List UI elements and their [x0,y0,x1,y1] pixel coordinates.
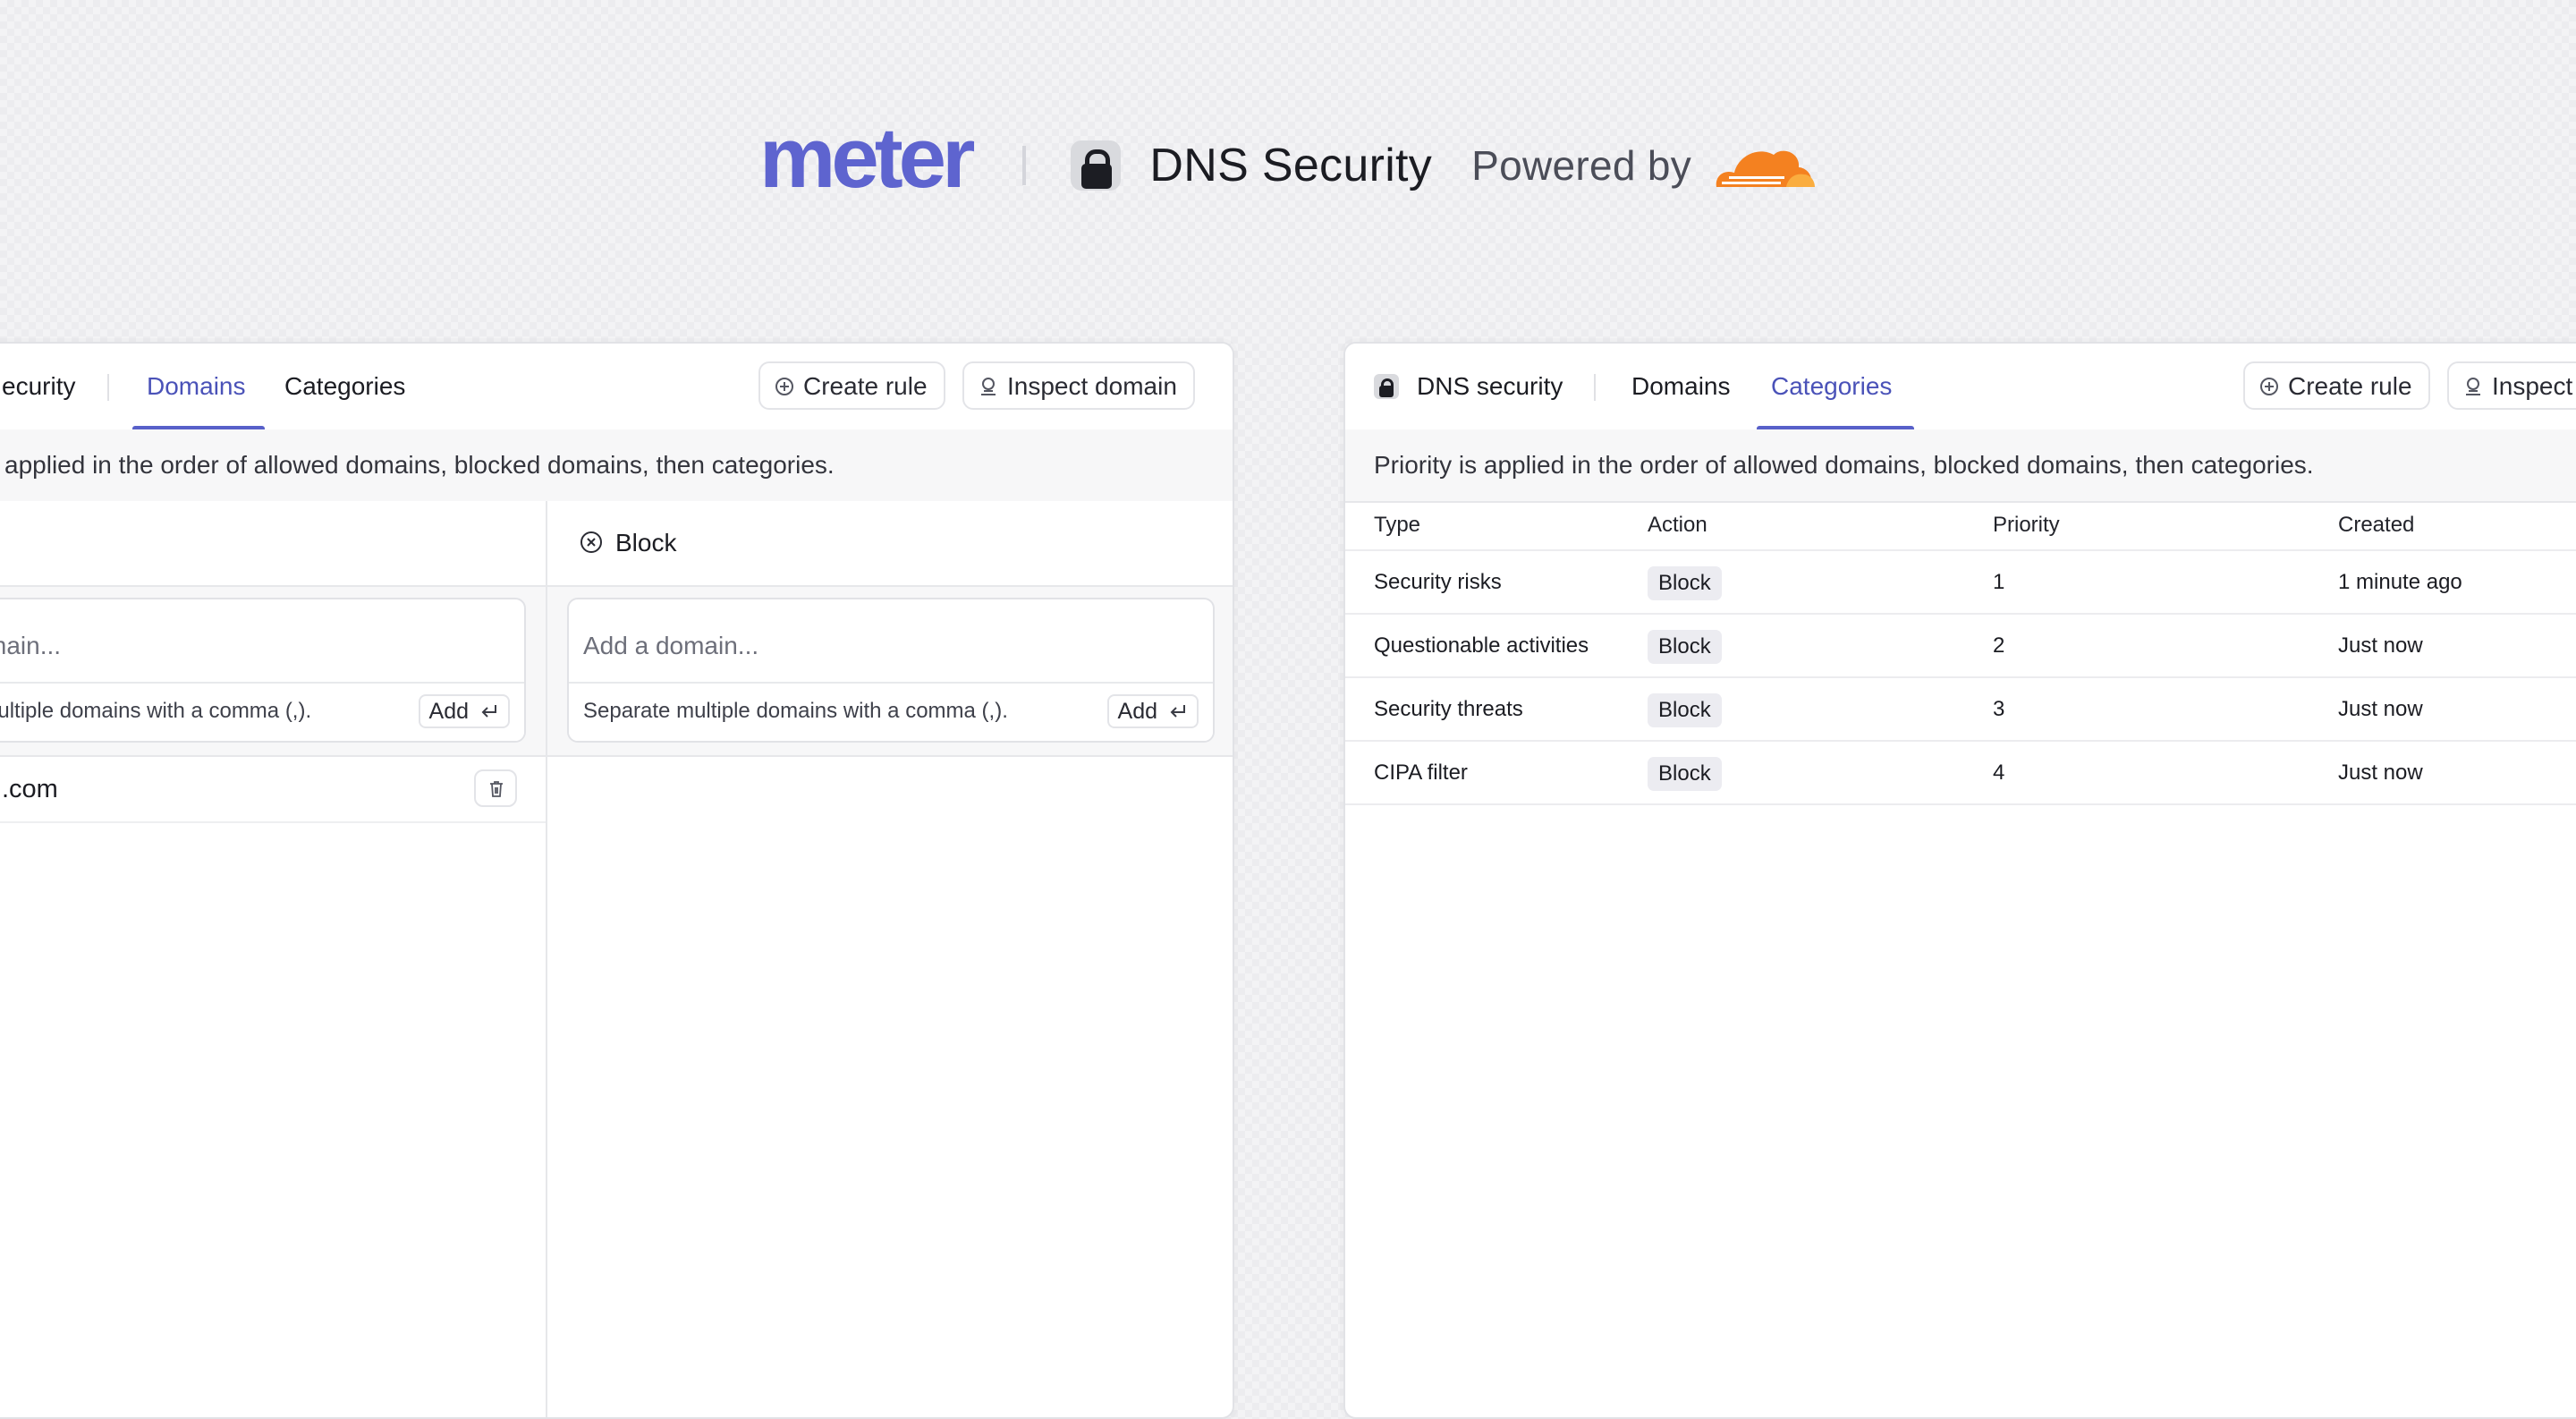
allow-domain-footer: nultiple domains with a comma (,). Add [0,682,524,741]
allow-domain-hint: nultiple domains with a comma (,). [0,699,312,723]
categories-table: Type Action Priority Created Security ri… [1345,501,2576,805]
allow-column-header [0,501,546,587]
tab-categories[interactable]: Categories [284,344,405,429]
priority-notice: applied in the order of allowed domains,… [0,429,1233,503]
powered-by-label: Powered by [1471,142,1692,189]
table-row[interactable]: Questionable activities Block 2 Just now [1345,615,2576,678]
hero-title: DNS Security [1149,140,1433,191]
enter-key-icon [1170,705,1185,718]
block-domain-input[interactable] [569,599,1213,684]
priority-notice: Priority is applied in the order of allo… [1345,429,2576,503]
inspect-domain-button[interactable]: Inspect [2447,361,2576,410]
add-label: Add [1117,699,1157,724]
tab-dns-security[interactable]: DNS security [1417,344,1563,429]
priority-value: 2 [1993,633,2005,658]
lock-icon [1374,374,1399,399]
tab-divider [1594,374,1596,401]
action-badge: Block [1648,693,1722,727]
enter-key-icon [481,705,496,718]
tab-divider [107,374,109,401]
hero-header: meter DNS Security Powered by [0,115,2576,206]
domains-panel: ecurity Domains Categories Create rule I… [0,342,1234,1419]
category-type: Questionable activities [1374,633,1589,658]
meter-logo: meter [758,110,975,206]
block-domain-hint: Separate multiple domains with a comma (… [583,699,1008,723]
categories-panel: DNS security Domains Categories Create r… [1343,342,2576,1419]
allow-add-area: nultiple domains with a comma (,). Add [0,587,546,757]
priority-value: 4 [1993,760,2005,785]
priority-notice-text: applied in the order of allowed domains,… [4,451,835,479]
priority-notice-text: Priority is applied in the order of allo… [1374,451,2314,479]
category-type: Security threats [1374,697,1523,721]
tab-bar: DNS security Domains Categories Create r… [1345,344,2576,431]
block-add-area: Separate multiple domains with a comma (… [547,587,1233,757]
allow-add-button[interactable]: Add [418,694,510,728]
create-rule-label: Create rule [803,372,928,400]
table-row[interactable]: Security risks Block 1 1 minute ago [1345,551,2576,615]
block-add-button[interactable]: Add [1106,694,1199,728]
tab-bar: ecurity Domains Categories Create rule I… [0,344,1233,431]
table-row[interactable]: CIPA filter Block 4 Just now [1345,742,2576,805]
inspect-domain-label: Inspect domain [1007,372,1177,400]
inspect-domain-button[interactable]: Inspect domain [962,361,1195,410]
category-type: Security risks [1374,570,1502,594]
create-rule-button[interactable]: Create rule [2243,361,2430,410]
tab-domains[interactable]: Domains [147,344,245,429]
allow-domain-box: nultiple domains with a comma (,). Add [0,598,526,743]
column-header-priority[interactable]: Priority [1993,501,2060,549]
column-header-created[interactable]: Created [2338,501,2414,549]
allow-domain-row: .com [0,757,546,823]
create-rule-button[interactable]: Create rule [758,361,945,410]
plus-circle-icon [2260,378,2278,395]
block-domain-footer: Separate multiple domains with a comma (… [569,682,1213,741]
created-time: Just now [2338,760,2423,785]
trash-icon [490,781,503,797]
inspect-icon [981,378,996,395]
create-rule-label: Create rule [2288,372,2412,400]
add-label: Add [428,699,469,724]
hero-divider [1022,146,1027,185]
tab-domains[interactable]: Domains [1631,344,1730,429]
column-header-type[interactable]: Type [1374,501,1420,549]
column-header-action[interactable]: Action [1648,501,1707,549]
plus-circle-icon [775,378,793,395]
x-circle-icon [580,531,602,553]
created-time: Just now [2338,697,2423,721]
inspect-icon [2466,378,2480,395]
inspect-domain-label: Inspect [2492,372,2573,400]
action-badge: Block [1648,565,1722,600]
block-domain-box: Separate multiple domains with a comma (… [567,598,1215,743]
action-badge: Block [1648,756,1722,791]
lock-icon [1071,140,1122,191]
table-header: Type Action Priority Created [1345,501,2576,551]
table-row[interactable]: Security threats Block 3 Just now [1345,678,2576,742]
block-column-header: Block [547,501,1233,587]
allow-domain-input[interactable] [0,599,524,684]
tab-categories[interactable]: Categories [1771,344,1892,429]
allowed-domain: .com [2,775,58,803]
action-badge: Block [1648,629,1722,664]
priority-value: 1 [1993,570,2005,594]
created-time: Just now [2338,633,2423,658]
category-type: CIPA filter [1374,760,1468,785]
block-column-label: Block [615,529,677,557]
priority-value: 3 [1993,697,2005,721]
delete-domain-button[interactable] [474,769,517,807]
tab-dns-security[interactable]: ecurity [2,344,75,429]
cloudflare-cloud-logo [1716,150,1816,187]
created-time: 1 minute ago [2338,570,2462,594]
